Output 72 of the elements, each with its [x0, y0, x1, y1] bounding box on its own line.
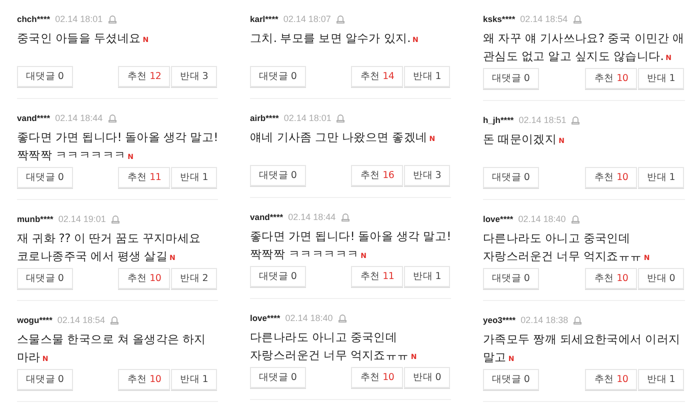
- username: h_jh****: [483, 115, 514, 125]
- comment-date: 02.14 18:07: [283, 14, 331, 24]
- comment-date: 02.14 18:54: [520, 14, 568, 24]
- bell-icon: [572, 14, 582, 24]
- like-button[interactable]: 추천 14: [351, 66, 404, 87]
- bell-icon: [340, 212, 350, 222]
- dislike-button[interactable]: 반대 1: [404, 66, 450, 87]
- bell-icon: [110, 316, 119, 324]
- username: vand****: [250, 212, 284, 222]
- like-button[interactable]: 추천 10: [585, 167, 638, 188]
- bell-icon: [336, 114, 346, 122]
- bell-icon: [110, 214, 120, 224]
- dislike-button[interactable]: 반대 2: [171, 268, 217, 289]
- comment-date: 02.14 18:38: [520, 315, 568, 325]
- username: vand****: [17, 113, 50, 123]
- like-button[interactable]: 추천 10: [585, 68, 638, 89]
- bell-icon: [573, 316, 582, 324]
- reply-button[interactable]: 대댓글 0: [483, 268, 539, 289]
- dislike-button[interactable]: 반대 0: [404, 367, 450, 388]
- reply-button[interactable]: 대댓글 0: [250, 266, 306, 287]
- like-button[interactable]: 추천 10: [118, 369, 170, 390]
- bell-icon: [570, 214, 580, 224]
- dislike-button[interactable]: 반대 1: [638, 369, 684, 390]
- bell-icon: [108, 114, 117, 122]
- comment-date: 02.14 18:44: [55, 113, 103, 123]
- username: airb****: [250, 113, 279, 123]
- username: love****: [483, 214, 514, 224]
- username: yeo3****: [483, 315, 516, 325]
- like-button[interactable]: 추천 10: [585, 268, 638, 289]
- dislike-button[interactable]: 반대 1: [638, 68, 684, 89]
- reply-button[interactable]: 대댓글 0: [250, 165, 306, 186]
- like-button[interactable]: 추천 10: [118, 268, 170, 289]
- comment-date: 02.14 18:40: [518, 214, 566, 224]
- comment-date: 02.14 18:44: [288, 212, 336, 222]
- like-button[interactable]: 추천 10: [585, 369, 638, 390]
- like-button[interactable]: 추천 12: [118, 66, 170, 87]
- username: munb****: [17, 214, 54, 224]
- bell-icon: [336, 14, 345, 24]
- reply-button[interactable]: 대댓글 0: [17, 268, 73, 289]
- reply-button[interactable]: 대댓글 0: [17, 66, 73, 87]
- like-button[interactable]: 추천 11: [351, 266, 404, 287]
- reply-button[interactable]: 대댓글 0: [17, 167, 73, 188]
- like-button[interactable]: 추천 10: [351, 367, 404, 388]
- reply-button[interactable]: 대댓글 0: [483, 369, 539, 390]
- comment-date: 02.14 18:54: [57, 315, 105, 325]
- dislike-button[interactable]: 반대 1: [404, 266, 450, 287]
- bell-icon: [108, 14, 117, 24]
- dislike-button[interactable]: 반대 1: [171, 167, 217, 188]
- reply-button[interactable]: 대댓글 0: [250, 66, 306, 87]
- dislike-button[interactable]: 반대 1: [171, 369, 217, 390]
- dislike-button[interactable]: 반대 3: [171, 66, 217, 87]
- username: love****: [250, 313, 280, 323]
- dislike-button[interactable]: 반대 3: [404, 165, 450, 186]
- reply-button[interactable]: 대댓글 0: [17, 369, 73, 390]
- comment-date: 02.14 18:40: [285, 313, 333, 323]
- username: chch****: [17, 14, 50, 24]
- reply-button[interactable]: 대댓글 0: [483, 167, 539, 188]
- username: karl****: [250, 14, 278, 24]
- username: wogu****: [17, 315, 52, 325]
- like-button[interactable]: 추천 16: [351, 165, 404, 186]
- like-button[interactable]: 추천 11: [118, 167, 170, 188]
- reply-button[interactable]: 대댓글 0: [250, 367, 306, 388]
- comment-date: 02.14 18:51: [518, 115, 566, 125]
- reply-button[interactable]: 대댓글 0: [483, 68, 539, 89]
- bell-icon: [571, 116, 580, 124]
- comment-date: 02.14 19:01: [58, 214, 106, 224]
- dislike-button[interactable]: 반대 1: [638, 167, 684, 188]
- comment-date: 02.14 18:01: [55, 14, 103, 24]
- comment-date: 02.14 18:01: [284, 113, 332, 123]
- dislike-button[interactable]: 반대 0: [638, 268, 684, 289]
- bell-icon: [338, 314, 347, 322]
- username: ksks****: [483, 14, 516, 24]
